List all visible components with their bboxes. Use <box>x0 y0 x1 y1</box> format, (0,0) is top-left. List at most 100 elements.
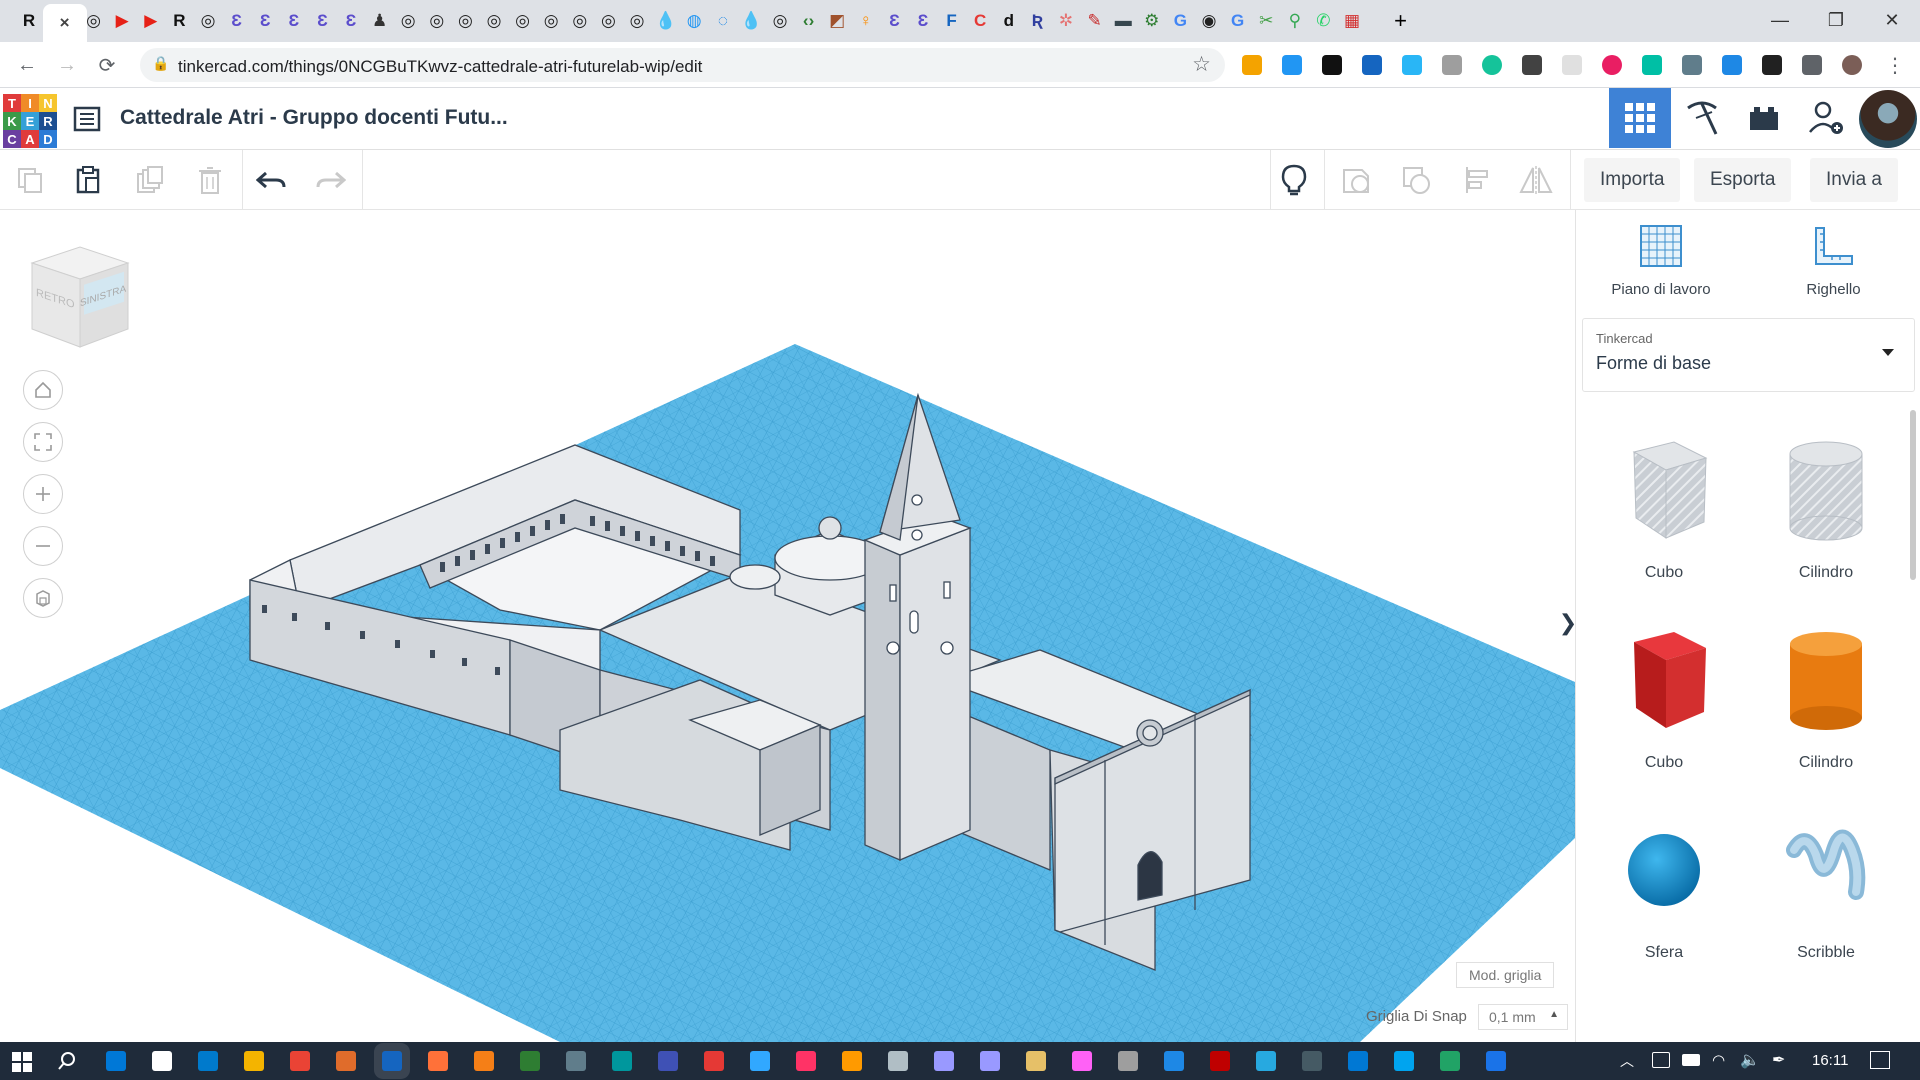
ungroup-button[interactable] <box>1396 160 1436 200</box>
ruler-tool[interactable]: Righello <box>1746 210 1920 310</box>
volume-icon[interactable]: 🔈 <box>1740 1050 1760 1070</box>
workplane-viewport[interactable] <box>0 210 1575 1042</box>
taskbar-app-icon[interactable] <box>934 1051 954 1071</box>
browser-tab[interactable]: ◎ <box>765 6 795 36</box>
extension-icon[interactable] <box>1562 55 1582 75</box>
view-cube[interactable]: RETRO SINISTRA <box>28 245 132 349</box>
bookmark-star-icon[interactable]: ☆ <box>1192 52 1211 77</box>
taskbar-app-icon[interactable] <box>704 1051 724 1071</box>
export-button[interactable]: Esporta <box>1694 158 1792 202</box>
taskbar-app-icon[interactable] <box>428 1051 448 1071</box>
extension-icon[interactable] <box>1362 55 1382 75</box>
browser-tab[interactable]: Ɛ <box>279 6 309 36</box>
browser-tab[interactable]: ◎ <box>508 6 538 36</box>
taskbar-app-icon[interactable] <box>336 1051 356 1071</box>
browser-tab[interactable]: ◎ <box>565 6 595 36</box>
browser-tab[interactable]: ✎ <box>1080 6 1110 36</box>
reload-button[interactable]: ⟳ <box>92 50 122 80</box>
zoom-in-button[interactable] <box>23 474 63 514</box>
copy-button[interactable] <box>10 160 50 200</box>
browser-tab[interactable]: ✲ <box>1051 6 1081 36</box>
browser-tab[interactable]: ♀ <box>851 6 881 36</box>
home-view-button[interactable] <box>23 370 63 410</box>
tinkercad-logo[interactable]: TINKERCAD <box>3 94 57 148</box>
back-button[interactable]: ← <box>12 50 42 80</box>
duplicate-button[interactable] <box>130 160 170 200</box>
browser-tab[interactable]: ▶ <box>107 6 137 36</box>
taskbar-app-icon[interactable] <box>152 1051 172 1071</box>
delete-button[interactable] <box>190 160 230 200</box>
design-list-icon[interactable] <box>72 104 102 134</box>
extension-icon[interactable] <box>1522 55 1542 75</box>
browser-tab[interactable]: Ɛ <box>250 6 280 36</box>
taskbar-app-icon[interactable] <box>290 1051 310 1071</box>
extension-icon[interactable] <box>1482 55 1502 75</box>
design-title[interactable]: Cattedrale Atri - Gruppo docenti Futu... <box>120 106 508 130</box>
wifi-icon[interactable]: ◠ <box>1712 1051 1725 1069</box>
taskbar-app-icon[interactable] <box>842 1051 862 1071</box>
collapse-panel-button[interactable]: ❯ <box>1559 598 1575 648</box>
extension-icon[interactable] <box>1282 55 1302 75</box>
taskbar-app-icon[interactable] <box>1394 1051 1414 1071</box>
address-bar[interactable]: 🔒 tinkercad.com/things/0NCGBuTKwvz-catte… <box>140 48 1225 82</box>
workplane-tool[interactable]: Piano di lavoro <box>1576 210 1746 310</box>
extension-icon[interactable] <box>1402 55 1422 75</box>
align-button[interactable] <box>1458 160 1498 200</box>
browser-tab[interactable]: ◌ <box>708 6 738 36</box>
battery-icon[interactable] <box>1682 1054 1700 1066</box>
bricks-view-button[interactable] <box>1733 88 1795 148</box>
blocks-view-button[interactable] <box>1671 88 1733 148</box>
browser-tab[interactable]: G <box>1223 6 1253 36</box>
browser-tab[interactable]: ♟ <box>365 6 395 36</box>
browser-tab[interactable]: ◎ <box>393 6 423 36</box>
undo-button[interactable] <box>252 160 292 200</box>
tray-chevron-icon[interactable]: ︿ <box>1620 1051 1634 1071</box>
3d-workspace[interactable]: RETRO SINISTRA ❯ Mod. griglia Griglia Di… <box>0 210 1575 1042</box>
taskbar-app-icon[interactable] <box>1348 1051 1368 1071</box>
close-window-button[interactable]: ✕ <box>1864 0 1920 40</box>
browser-tab[interactable]: R <box>164 6 194 36</box>
browser-menu-button[interactable]: ⋮ <box>1880 50 1910 80</box>
tray-app-icon[interactable] <box>1652 1052 1670 1068</box>
browser-tab[interactable]: ▬ <box>1108 6 1138 36</box>
taskbar-app-icon[interactable] <box>796 1051 816 1071</box>
shape-cylinder-hole[interactable]: Cilindro <box>1756 430 1896 600</box>
extensions-puzzle-icon[interactable] <box>1802 55 1822 75</box>
taskbar-app-icon[interactable] <box>888 1051 908 1071</box>
browser-tab[interactable]: Ɛ <box>879 6 909 36</box>
taskbar-app-icon[interactable] <box>1440 1051 1460 1071</box>
zoom-out-button[interactable] <box>23 526 63 566</box>
search-icon[interactable] <box>56 1050 78 1072</box>
forward-button[interactable]: → <box>52 50 82 80</box>
invite-user-button[interactable] <box>1795 88 1857 148</box>
browser-tab[interactable]: ◎ <box>422 6 452 36</box>
send-to-button[interactable]: Invia a <box>1810 158 1898 202</box>
browser-tab[interactable]: G <box>1165 6 1195 36</box>
taskbar-app-icon[interactable] <box>382 1051 402 1071</box>
profile-avatar[interactable] <box>1842 55 1862 75</box>
pen-icon[interactable]: ✒ <box>1772 1050 1785 1070</box>
taskbar-app-icon[interactable] <box>520 1051 540 1071</box>
taskbar-app-icon[interactable] <box>1302 1051 1322 1071</box>
browser-tab[interactable]: ✆ <box>1308 6 1338 36</box>
browser-tab[interactable]: 💧 <box>651 6 681 36</box>
snap-grid-select[interactable]: 0,1 mm ▲ <box>1478 1004 1568 1030</box>
group-button[interactable] <box>1336 160 1376 200</box>
minimize-button[interactable]: — <box>1752 0 1808 40</box>
mirror-button[interactable] <box>1516 160 1556 200</box>
taskbar-app-icon[interactable] <box>1164 1051 1184 1071</box>
clock[interactable]: 16:11 <box>1812 1052 1848 1069</box>
browser-tab[interactable]: ◎ <box>479 6 509 36</box>
taskbar-app-icon[interactable] <box>612 1051 632 1071</box>
browser-tab[interactable]: F <box>937 6 967 36</box>
browser-tab[interactable]: ◉ <box>1194 6 1224 36</box>
panel-scrollbar[interactable] <box>1910 410 1916 580</box>
browser-tab[interactable]: ◎ <box>622 6 652 36</box>
taskbar-app-icon[interactable] <box>980 1051 1000 1071</box>
browser-tab[interactable]: ◎ <box>593 6 623 36</box>
browser-tab[interactable]: ◎ <box>450 6 480 36</box>
browser-tab[interactable]: R <box>14 6 44 36</box>
taskbar-app-icon[interactable] <box>244 1051 264 1071</box>
shape-scribble[interactable]: Scribble <box>1756 810 1896 980</box>
browser-tab[interactable]: ⚙ <box>1137 6 1167 36</box>
